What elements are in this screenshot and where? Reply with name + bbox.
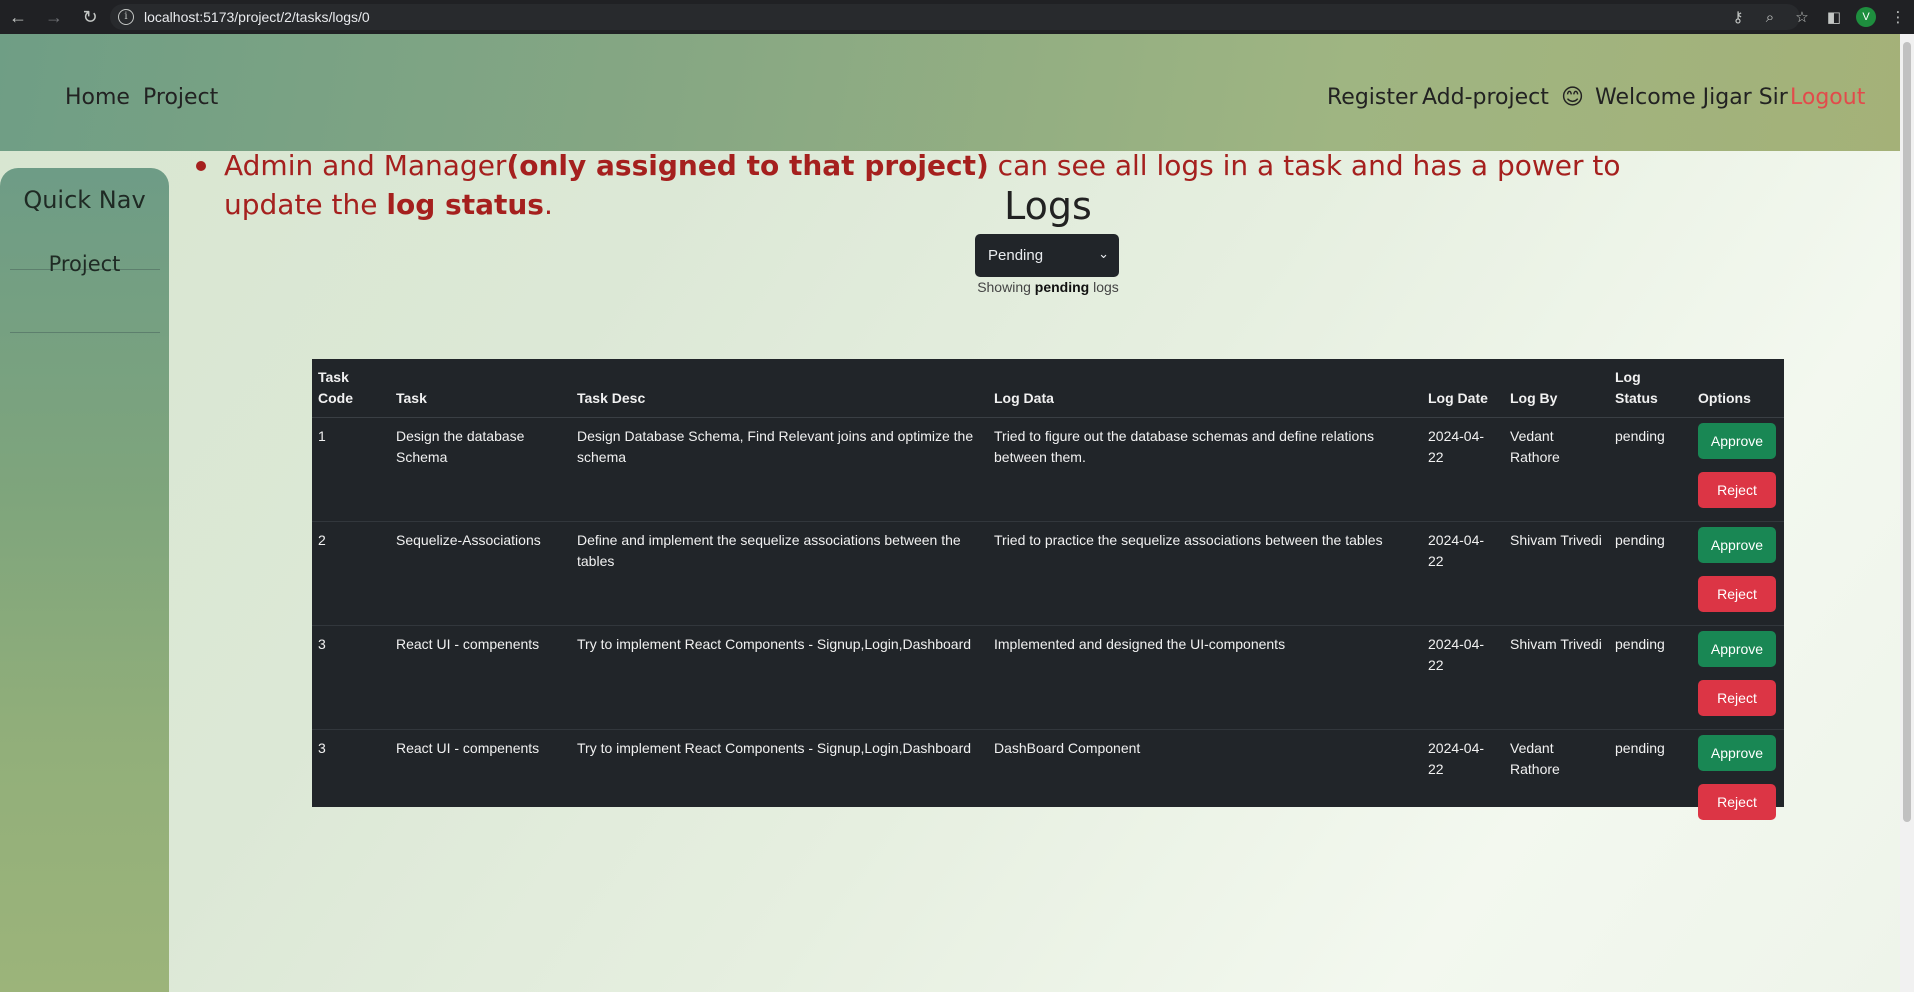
cell-task-code: 1 bbox=[312, 417, 390, 522]
page-title: Logs bbox=[1004, 184, 1092, 228]
reject-button[interactable]: Reject bbox=[1698, 472, 1776, 508]
cell-task-desc: Define and implement the sequelize assoc… bbox=[571, 521, 988, 626]
cell-log-data: Tried to practice the sequelize associat… bbox=[988, 521, 1422, 626]
cell-task-code: 3 bbox=[312, 625, 390, 730]
logout-link[interactable]: Logout bbox=[1790, 84, 1865, 112]
cell-log-data: DashBoard Component bbox=[994, 740, 1141, 756]
nav-add-project-link[interactable]: Add-project bbox=[1422, 84, 1549, 112]
table-header-row: Task Code Task Task Desc Log Data Log Da… bbox=[312, 359, 1784, 418]
cell-options: Approve Reject bbox=[1692, 521, 1784, 626]
cell-log-status: pending bbox=[1609, 417, 1692, 522]
header-task: Task bbox=[390, 359, 571, 418]
header-log-data: Log Data bbox=[988, 359, 1422, 418]
bookmark-star-icon[interactable]: ☆ bbox=[1786, 0, 1818, 34]
header-log-status: Log Status bbox=[1609, 359, 1692, 418]
smile-emoji-icon: 😊 bbox=[1561, 85, 1584, 110]
cell-log-by: Shivam Trivedi bbox=[1504, 521, 1609, 626]
header-options: Options bbox=[1692, 359, 1784, 418]
showing-prefix: Showing bbox=[977, 279, 1035, 295]
showing-text: Showing pending logs bbox=[0, 279, 1914, 295]
approve-button[interactable]: Approve bbox=[1698, 423, 1776, 459]
cell-log-by: Vedant Rathore bbox=[1510, 740, 1560, 777]
cell-log-by: Shivam Trivedi bbox=[1504, 625, 1609, 730]
top-navbar: Home Project Register Add-project 😊 Welc… bbox=[0, 34, 1914, 151]
cell-log-by: Vedant Rathore bbox=[1504, 417, 1609, 522]
nav-project-link[interactable]: Project bbox=[143, 84, 218, 112]
cell-options: Approve Reject bbox=[1692, 730, 1784, 834]
sidebar-item-project[interactable]: Project bbox=[0, 252, 169, 276]
note-bold-text: (only assigned to that project) bbox=[506, 149, 989, 182]
reload-icon[interactable]: ↻ bbox=[72, 0, 108, 34]
table-row: 3 React UI - compenents Try to implement… bbox=[312, 730, 1784, 834]
nav-register-link[interactable]: Register bbox=[1327, 84, 1418, 112]
header-task-code: Task Code bbox=[312, 359, 390, 418]
logs-table: Task Code Task Task Desc Log Data Log Da… bbox=[312, 359, 1784, 820]
reject-button[interactable]: Reject bbox=[1698, 576, 1776, 612]
header-log-date: Log Date bbox=[1422, 359, 1504, 418]
cell-task: Design the database Schema bbox=[390, 417, 571, 522]
chevron-down-icon: ⌄ bbox=[1098, 246, 1109, 261]
forward-icon[interactable]: → bbox=[36, 0, 72, 34]
back-icon[interactable]: ← bbox=[0, 0, 36, 34]
bullet-icon bbox=[196, 161, 206, 171]
approve-button[interactable]: Approve bbox=[1698, 527, 1776, 563]
cell-log-status: pending bbox=[1609, 521, 1692, 626]
table-row: 3 React UI - compenents Try to implement… bbox=[312, 625, 1784, 730]
cell-log-data: Tried to figure out the database schemas… bbox=[988, 417, 1422, 522]
header-log-by: Log By bbox=[1504, 359, 1609, 418]
table-row: 1 Design the database Schema Design Data… bbox=[312, 417, 1784, 522]
welcome-text: Welcome Jigar Sir bbox=[1595, 85, 1788, 110]
menu-kebab-icon[interactable]: ⋮ bbox=[1882, 0, 1914, 34]
cell-log-date: 2024-04-22 bbox=[1422, 521, 1504, 626]
cell-log-status: pending bbox=[1609, 625, 1692, 730]
scrollbar-thumb[interactable] bbox=[1903, 42, 1911, 822]
cell-log-status: pending bbox=[1615, 740, 1665, 756]
cell-task-desc: Try to implement React Components - Sign… bbox=[577, 740, 972, 756]
cell-task-code: 2 bbox=[312, 521, 390, 626]
table-row: 2 Sequelize-Associations Define and impl… bbox=[312, 521, 1784, 626]
side-panel-icon[interactable]: ◧ bbox=[1818, 0, 1850, 34]
cell-task: React UI - compenents bbox=[390, 625, 571, 730]
reject-button[interactable]: Reject bbox=[1698, 784, 1776, 820]
page-scrollbar[interactable] bbox=[1900, 34, 1914, 992]
showing-value: pending bbox=[1034, 279, 1090, 295]
cell-task-desc: Try to implement React Components - Sign… bbox=[571, 625, 988, 730]
cell-task: React UI - compenents bbox=[396, 740, 540, 756]
page: Home Project Register Add-project 😊 Welc… bbox=[0, 34, 1914, 992]
cell-task-code: 3 bbox=[318, 740, 326, 756]
zoom-icon[interactable]: ⌕ bbox=[1754, 0, 1786, 34]
address-bar[interactable]: i localhost:5173/project/2/tasks/logs/0 bbox=[110, 4, 1800, 30]
status-filter-select[interactable]: Pending ⌄ bbox=[975, 234, 1119, 277]
cell-log-date: 2024-04-22 bbox=[1428, 740, 1485, 777]
cell-log-data: Implemented and designed the UI-componen… bbox=[988, 625, 1422, 730]
status-filter-value: Pending bbox=[988, 247, 1044, 264]
approve-button[interactable]: Approve bbox=[1698, 735, 1776, 771]
nav-home-link[interactable]: Home bbox=[65, 84, 130, 112]
approve-button[interactable]: Approve bbox=[1698, 631, 1776, 667]
password-key-icon[interactable]: ⚷ bbox=[1722, 0, 1754, 34]
cell-options: Approve Reject bbox=[1692, 417, 1784, 522]
browser-toolbar: ← → ↻ i localhost:5173/project/2/tasks/l… bbox=[0, 0, 1914, 34]
cell-task: Sequelize-Associations bbox=[390, 521, 571, 626]
note-text: Admin and Manager bbox=[224, 149, 507, 182]
site-info-icon[interactable]: i bbox=[118, 9, 134, 25]
profile-avatar[interactable]: V bbox=[1850, 0, 1882, 34]
cell-log-date: 2024-04-22 bbox=[1422, 625, 1504, 730]
url-text: localhost:5173/project/2/tasks/logs/0 bbox=[144, 9, 370, 25]
showing-suffix: logs bbox=[1089, 279, 1119, 295]
reject-button[interactable]: Reject bbox=[1698, 680, 1776, 716]
sidebar-divider bbox=[10, 332, 160, 333]
cell-log-date: 2024-04-22 bbox=[1422, 417, 1504, 522]
cell-task-desc: Design Database Schema, Find Relevant jo… bbox=[571, 417, 988, 522]
cell-options: Approve Reject bbox=[1692, 625, 1784, 730]
header-task-desc: Task Desc bbox=[571, 359, 988, 418]
